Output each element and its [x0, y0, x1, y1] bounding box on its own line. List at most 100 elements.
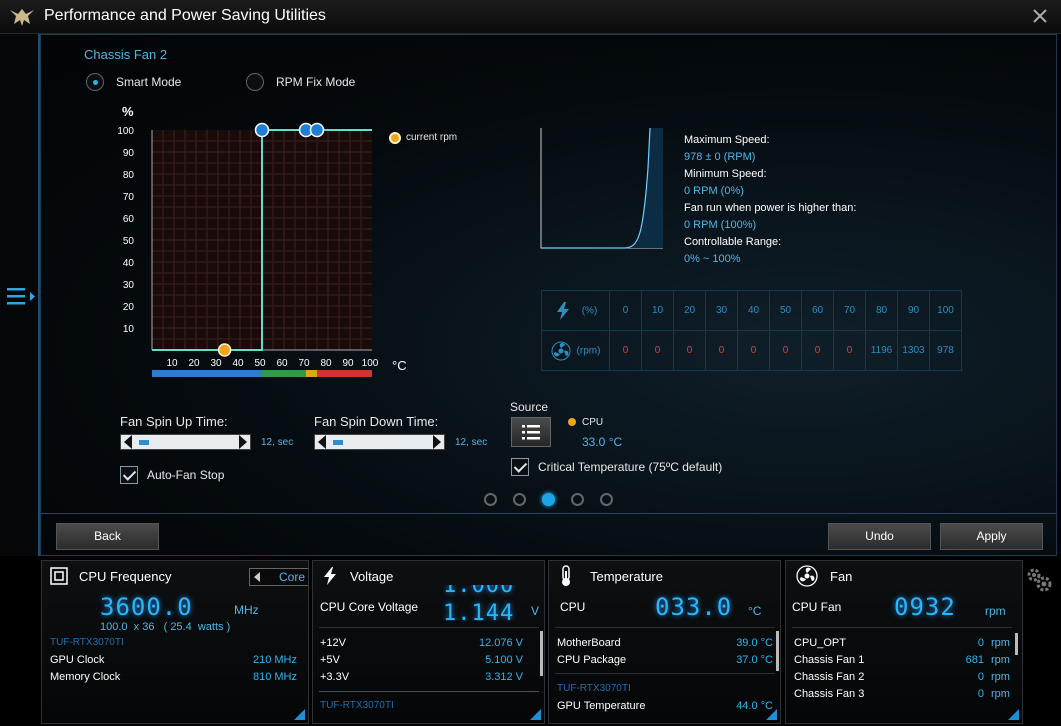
fan-run-label: Fan run when power is higher than:	[684, 202, 857, 214]
y-tick-label: 40	[123, 258, 135, 269]
spin-down-slider[interactable]	[314, 434, 445, 450]
page-dot-4[interactable]	[571, 493, 584, 506]
voltage-5v-label: +5V	[320, 654, 340, 666]
settings-gear-icon[interactable]	[1024, 565, 1054, 595]
divider	[319, 627, 539, 628]
voltage-unit: V	[531, 604, 540, 618]
y-unit-label: %	[122, 104, 134, 119]
rpm-fix-mode-label: RPM Fix Mode	[276, 75, 356, 89]
rpm-cell: 0	[705, 330, 738, 371]
rpm-row: (rpm) 0 0 0 0 0 0 0 0 1196 1303 978	[541, 330, 962, 371]
curve-control-point[interactable]	[309, 122, 325, 138]
cpu-chip-icon	[50, 567, 68, 585]
x-tick-label: 90	[342, 358, 354, 369]
page-dot-1[interactable]	[484, 493, 497, 506]
controllable-range-value: 0% ~ 100%	[684, 253, 741, 265]
page-dot-3[interactable]	[542, 493, 555, 506]
voltage-12v-value: 12.076 V	[478, 637, 523, 649]
slider-left-arrow-icon[interactable]	[124, 435, 132, 449]
x-tick-label: 80	[320, 358, 332, 369]
power-cell: 20	[673, 290, 706, 331]
scrollbar[interactable]	[540, 631, 543, 676]
fan-icon	[796, 565, 818, 587]
motherboard-temp-value: 39.0 °C	[736, 637, 773, 649]
fan-panel: Fan CPU Fan 0932 rpm CPU_OPT 0 rpm Chass…	[785, 560, 1023, 724]
voltage-12v-label: +12V	[320, 637, 346, 649]
page-dot-5[interactable]	[600, 493, 613, 506]
core-selector[interactable]: Core 0	[249, 568, 308, 586]
current-rpm-legend: current rpm	[406, 132, 458, 143]
menu-icon[interactable]	[4, 286, 36, 310]
fan-curve-chart[interactable]: 100 90 80 70 60 50 40 30 20 10% 10 20 30 40 50 60 70 80 90…	[110, 100, 410, 385]
auto-fan-stop-checkbox[interactable]	[120, 466, 138, 484]
curve-control-point[interactable]	[254, 122, 270, 138]
power-cell: 40	[737, 290, 770, 331]
max-speed-value: 978 ± 0 (RPM)	[684, 151, 756, 163]
source-label: Source	[510, 400, 549, 414]
auto-fan-stop-label: Auto-Fan Stop	[147, 468, 225, 482]
current-rpm-point	[217, 343, 232, 357]
rpm-curve-preview	[540, 128, 663, 249]
chassis-fan-3-unit: rpm	[991, 688, 1010, 700]
rpm-cell: 0	[801, 330, 834, 371]
temperature-gpu-header: TUF-RTX3070TI	[557, 683, 631, 694]
gpu-temp-label: GPU Temperature	[557, 700, 646, 712]
back-button[interactable]: Back	[56, 523, 159, 550]
x-tick-label: 20	[188, 358, 200, 369]
slider-thumb[interactable]	[139, 440, 149, 445]
cpu-opt-unit: rpm	[991, 637, 1010, 649]
voltage-3v3-label: +3.3V	[320, 671, 350, 683]
expand-corner-icon[interactable]	[294, 709, 305, 720]
power-cell: 60	[801, 290, 834, 331]
power-cell: 0	[609, 290, 642, 331]
slider-right-arrow-icon[interactable]	[239, 435, 247, 449]
critical-temp-checkbox[interactable]	[511, 458, 529, 476]
memory-clock-label: Memory Clock	[50, 671, 121, 683]
expand-corner-icon[interactable]	[1008, 709, 1019, 720]
cpu-frequency-panel: CPU Frequency Core 0 3600.0 MHz 100.0 x …	[41, 560, 309, 724]
slider-thumb[interactable]	[333, 440, 343, 445]
spin-up-slider[interactable]	[120, 434, 251, 450]
x-tick-label: 10	[166, 358, 178, 369]
cpu-temperature-label: CPU	[560, 600, 586, 614]
y-tick-label: 60	[123, 214, 135, 225]
power-cell: 30	[705, 290, 738, 331]
scrollbar[interactable]	[1015, 633, 1018, 655]
y-tick-label: 20	[123, 302, 135, 313]
spin-up-value: 12, sec	[261, 437, 294, 448]
list-icon	[522, 425, 540, 440]
y-tick-label: 90	[123, 148, 135, 159]
x-tick-label: 70	[298, 358, 310, 369]
cpu-frequency-value: 3600.0	[100, 593, 193, 621]
source-indicator-icon	[568, 418, 576, 426]
slider-left-arrow-icon[interactable]	[318, 435, 326, 449]
rpm-cell: 0	[609, 330, 642, 371]
divider	[41, 513, 1057, 514]
power-cell: 80	[865, 290, 898, 331]
fan-icon	[551, 341, 571, 360]
power-rpm-table: (%) 0 10 20 30 40 50 60 70 80 90 100 (rp…	[541, 290, 962, 371]
divider	[555, 673, 775, 674]
source-sensor: CPU	[582, 417, 604, 428]
window-title: Performance and Power Saving Utilities	[44, 7, 326, 24]
expand-corner-icon[interactable]	[766, 709, 777, 720]
chassis-fan-2-unit: rpm	[991, 671, 1010, 683]
y-tick-label: 10	[123, 324, 135, 335]
slider-right-arrow-icon[interactable]	[433, 435, 441, 449]
smart-mode-radio[interactable]	[86, 73, 104, 91]
page-dot-2[interactable]	[513, 493, 526, 506]
spin-up-label: Fan Spin Up Time:	[120, 414, 228, 429]
apply-button[interactable]: Apply	[940, 523, 1043, 550]
source-list-button[interactable]	[511, 417, 551, 447]
scrollbar[interactable]	[776, 631, 779, 671]
rpm-fix-mode-radio[interactable]	[246, 73, 264, 91]
undo-button[interactable]: Undo	[828, 523, 931, 550]
temperature-zone-bar	[317, 370, 372, 377]
chassis-fan-1-label: Chassis Fan 1	[794, 654, 865, 666]
lightning-icon	[324, 567, 336, 585]
rpm-cell: 0	[769, 330, 802, 371]
rpm-cell: 0	[737, 330, 770, 371]
expand-corner-icon[interactable]	[530, 709, 541, 720]
close-icon[interactable]	[1030, 6, 1050, 26]
cpu-frequency-detail: 100.0 x 36 ( 25.4 watts )	[100, 621, 231, 633]
